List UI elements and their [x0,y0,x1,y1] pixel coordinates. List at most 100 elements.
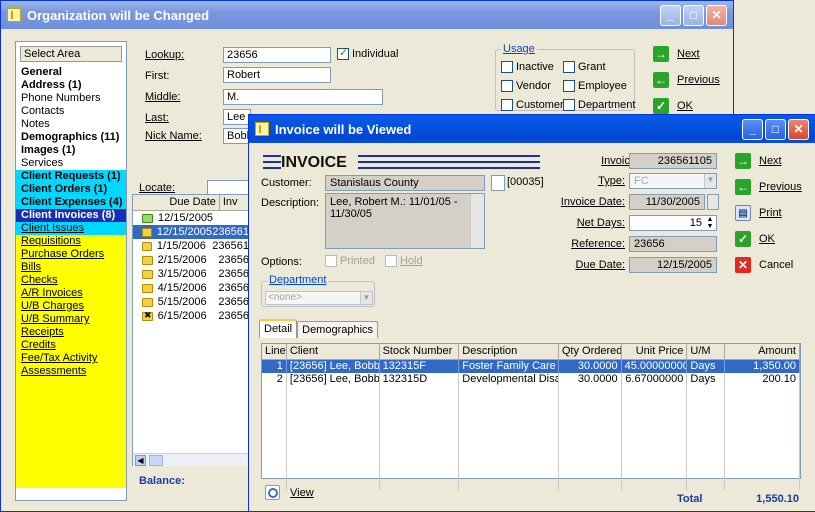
stepper-arrows-icon[interactable]: ▲ ▼ [704,216,716,230]
last-name-input[interactable]: Lee [223,109,251,125]
customer-field[interactable]: Stanislaus County [325,175,485,191]
invoice-row[interactable]: 2/15/2006 23656 [133,253,249,267]
select-area-item[interactable]: Demographics (11) [16,131,126,144]
printed-checkbox[interactable]: Printed [325,255,375,268]
grant-checkbox[interactable]: Grant [563,61,606,74]
type-select[interactable]: FC ▼ [629,173,717,189]
org-ok-button[interactable]: ✓ OK [653,98,693,114]
select-area-item[interactable]: Phone Numbers [16,92,126,105]
select-area-header[interactable]: Select Area [20,46,122,62]
reference-field[interactable]: 23656 [629,236,717,252]
previous-button[interactable]: ← Previous [735,179,802,195]
invoice-row[interactable]: 5/15/2006 23656 [133,295,249,309]
maximize-button[interactable]: □ [765,118,786,140]
minimize-button[interactable]: _ [660,4,681,26]
select-area-item[interactable]: Address (1) [16,79,126,92]
select-area-item[interactable]: Images (1) [16,144,126,157]
select-area-item[interactable]: Fee/Tax Activity [16,352,126,365]
hold-checkbox[interactable]: Hold [385,255,423,268]
select-area-item[interactable]: Client Expenses (4) [16,196,126,209]
cancel-button[interactable]: ✕ Cancel [735,257,793,273]
view-button[interactable]: View [265,485,314,500]
due-date-cell: 12/15/2005 [158,212,214,224]
chevron-down-icon: ▼ [360,292,372,304]
inactive-checkbox[interactable]: Inactive [501,61,554,74]
select-area-item[interactable]: Client Issues [16,222,126,235]
select-area-item[interactable]: Checks [16,274,126,287]
customer-checkbox[interactable]: Customer [501,99,564,112]
department-select[interactable]: <none> ▼ [265,291,373,305]
scroll-thumb[interactable] [149,455,163,466]
tab-detail[interactable]: Detail [259,319,298,338]
select-area-item[interactable]: Services [16,157,126,170]
invoice-row[interactable]: 6/15/2006 23656 [133,309,249,323]
select-area-item[interactable]: Notes [16,118,126,131]
table-cell: 1,350.00 [725,360,800,373]
middle-name-input[interactable]: M. [223,89,383,105]
invoice-header[interactable]: Inv [220,195,249,210]
select-area-item[interactable]: Purchase Orders [16,248,126,261]
invoice-row[interactable]: 3/15/2006 23656 [133,267,249,281]
close-button[interactable]: ✕ [706,4,727,26]
next-button[interactable]: → Next [735,153,782,169]
table-cell: 1 [262,360,287,373]
select-area-item[interactable]: U/B Charges [16,300,126,313]
select-area-item[interactable]: Requisitions [16,235,126,248]
column-header[interactable]: U/M [687,344,726,359]
select-area-item[interactable]: Assessments [16,365,126,378]
column-header[interactable]: Stock Number [380,344,460,359]
invoice-titlebar[interactable]: Invoice will be Viewed _ □ ✕ [249,115,815,143]
description-field[interactable]: Lee, Robert M.: 11/01/05 - 11/30/05 [325,193,485,249]
scroll-left-icon[interactable]: ◀ [135,455,146,466]
maximize-button[interactable]: □ [683,4,704,26]
table-row[interactable]: 1[23656] Lee, Bobbie M132315FFoster Fami… [262,360,800,373]
select-area-item[interactable]: Contacts [16,105,126,118]
invoice-date-field[interactable]: 11/30/2005 [629,194,705,210]
invoice-row[interactable]: 4/15/2006 23656 [133,281,249,295]
due-date-header[interactable]: Due Date [133,195,220,210]
first-name-input[interactable]: Robert [223,67,331,83]
minimize-button[interactable]: _ [742,118,763,140]
nick-name-input[interactable]: Bobb [223,128,253,144]
individual-checkbox[interactable]: Individual [337,46,398,61]
department-checkbox[interactable]: Department [563,99,635,112]
vendor-checkbox[interactable]: Vendor [501,80,551,93]
description-scrollbar[interactable] [470,194,484,248]
select-area-item[interactable]: General [16,66,126,79]
net-days-stepper[interactable]: 15 ▲ ▼ [629,215,717,231]
close-button[interactable]: ✕ [788,118,809,140]
tab-demographics[interactable]: Demographics [297,321,379,338]
select-area-item[interactable]: Client Invoices (8) [16,209,126,222]
magnifier-icon [265,485,280,500]
select-area-item[interactable]: Receipts [16,326,126,339]
column-header[interactable]: Client [287,344,380,359]
select-area-item[interactable]: Bills [16,261,126,274]
employee-checkbox[interactable]: Employee [563,80,627,93]
calendar-icon[interactable] [707,194,719,210]
column-header[interactable]: Amount [725,344,800,359]
org-next-button[interactable]: → Next [653,46,700,62]
table-row[interactable]: 2[23656] Lee, Bobbie M132315DDevelopment… [262,373,800,386]
org-previous-button[interactable]: ← Previous [653,72,720,88]
select-area-item[interactable]: Client Orders (1) [16,183,126,196]
column-header[interactable]: Unit Price [622,344,688,359]
column-header[interactable]: Line [262,344,287,359]
due-date-field[interactable]: 12/15/2005 [629,257,717,273]
invoice-row[interactable]: 1/15/2006 236561 [133,239,249,253]
column-header[interactable]: Description [459,344,559,359]
ok-button[interactable]: ✓ OK [735,231,775,247]
select-area-item[interactable]: Credits [16,339,126,352]
customer-lookup-button[interactable] [491,175,505,191]
invoice-row[interactable]: 12/15/2005 236561 [133,225,249,239]
invoice-row[interactable]: 12/15/2005 [133,211,249,225]
select-area-item[interactable]: U/B Summary [16,313,126,326]
horizontal-scrollbar[interactable]: ◀ [133,453,249,466]
select-area-item[interactable]: Client Requests (1) [16,170,126,183]
invoice-number-field[interactable]: 236561105 [629,153,717,169]
select-area-panel: Select Area General Address (1) Phone Numb… [15,41,127,501]
column-header[interactable]: Qty Ordered [559,344,622,359]
lookup-input[interactable]: 23656 [223,47,331,63]
select-area-item[interactable]: A/R Invoices [16,287,126,300]
organization-titlebar[interactable]: Organization will be Changed _ □ ✕ [1,1,733,29]
print-button[interactable]: ▤ Print [735,205,782,221]
